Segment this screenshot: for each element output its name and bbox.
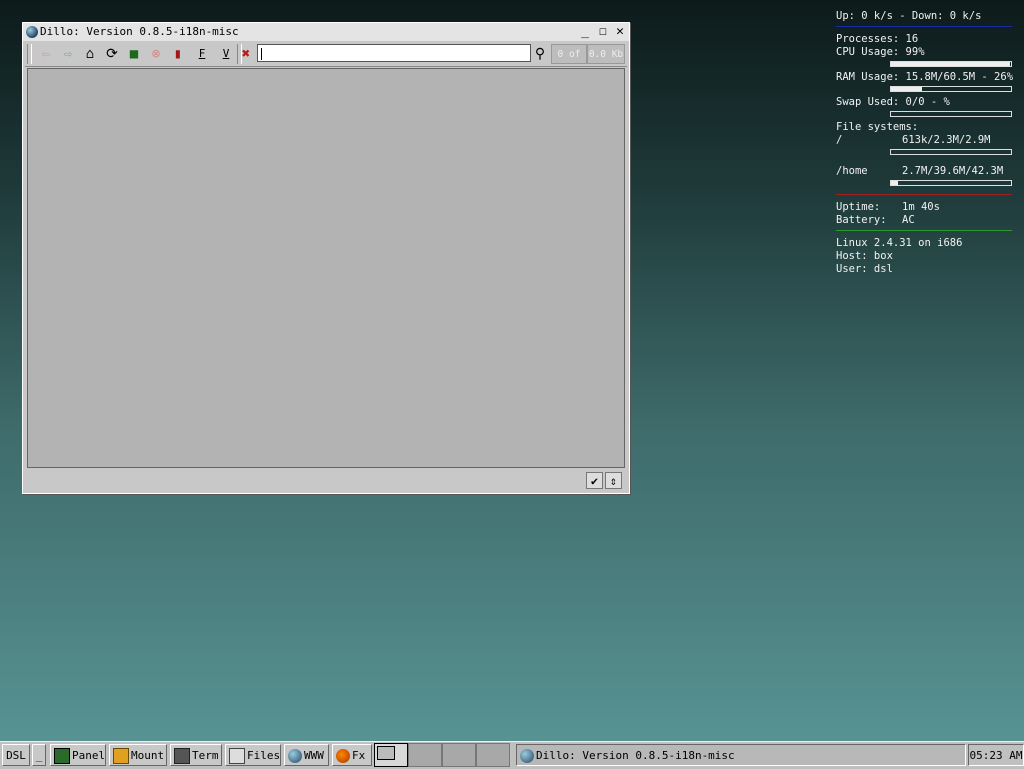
forward-arrow-icon[interactable]: ⇨ (59, 45, 77, 63)
pager-desktop-3[interactable] (442, 743, 476, 767)
view-menu-button[interactable]: V (217, 45, 235, 63)
network-speed: Up: 0 k/s - Down: 0 k/s (836, 10, 982, 22)
cpu-label: CPU Usage: (836, 46, 900, 58)
close-icon[interactable]: ✕ (613, 25, 627, 39)
task-dillo[interactable]: Dillo: Version 0.8.5-i18n-misc (516, 744, 966, 766)
fs-home-label: /home (836, 165, 868, 177)
divider-green (836, 230, 1012, 231)
swap-value: 0/0 - % (905, 96, 950, 108)
ram-value: 15.8M/60.5M - 26% (905, 71, 1014, 83)
launcher-term[interactable]: Term (170, 744, 222, 766)
pager-window-thumb (377, 746, 395, 760)
text-caret (261, 48, 262, 60)
divider-red (836, 194, 1012, 195)
cpu-value: 99% (905, 46, 925, 58)
start-label: DSL (6, 749, 26, 762)
pager-desktop-2[interactable] (408, 743, 442, 767)
magnifier-icon[interactable]: ⚲ (531, 45, 549, 63)
images-status: 0 of 0 (551, 44, 587, 80)
title-bar[interactable]: Dillo: Version 0.8.5-i18n-misc _ ☐ ✕ (23, 23, 629, 41)
battery-value: AC (902, 214, 915, 226)
clock[interactable]: 05:23 AM (968, 744, 1024, 766)
user-info: User: dsl (836, 263, 893, 275)
kernel-info: Linux 2.4.31 on i686 (836, 237, 963, 249)
ram-bar (890, 86, 1012, 92)
home-icon[interactable]: ⌂ (81, 45, 99, 63)
maximize-icon[interactable]: ☐ (596, 25, 610, 39)
system-monitor: Up: 0 k/s - Down: 0 k/s Processes: 16 CP… (836, 10, 1014, 276)
processes-value: 16 (905, 33, 919, 45)
start-button[interactable]: DSL (2, 744, 30, 766)
save-icon[interactable]: ■ (125, 45, 143, 63)
panel-icon (54, 748, 70, 764)
launcher-mount[interactable]: Mount (109, 744, 167, 766)
processes-label: Processes: (836, 33, 900, 45)
ram-label: RAM Usage: (836, 71, 900, 83)
terminal-icon (174, 748, 190, 764)
checkmark-icon[interactable]: ✔ (586, 472, 603, 489)
cpu-bar (890, 61, 1012, 67)
bytes-status: 0.0 Kb (587, 44, 625, 64)
bookmarks-icon[interactable]: ▮ (169, 45, 187, 63)
files-icon (229, 748, 245, 764)
globe-icon (288, 749, 302, 763)
pager-desktop-1[interactable] (374, 743, 408, 767)
pager-desktop-4[interactable] (476, 743, 510, 767)
toolbar: ⇦ ⇨ ⌂ ⟳ ■ ⊗ ▮ F V ✖ ⚲ 0 of 0 0.0 Kb (25, 42, 627, 80)
launcher-files[interactable]: Files (225, 744, 281, 766)
clear-url-icon[interactable]: ✖ (237, 45, 255, 63)
uptime-label: Uptime: (836, 201, 881, 213)
fs-root-bar (890, 149, 1012, 155)
back-arrow-icon[interactable]: ⇦ (37, 45, 55, 63)
dillo-globe-icon[interactable] (26, 26, 38, 38)
dillo-window: Dillo: Version 0.8.5-i18n-misc _ ☐ ✕ ⇦ ⇨… (22, 22, 630, 494)
swap-bar (890, 111, 1012, 117)
launcher-www[interactable]: WWW (284, 744, 329, 766)
stop-icon[interactable]: ⊗ (147, 45, 165, 63)
fs-root-label: / (836, 134, 843, 146)
fs-home-bar (890, 180, 1012, 186)
toolbar-grip (27, 44, 32, 64)
reload-icon[interactable]: ⟳ (103, 45, 121, 63)
status-bar: ✔ ⇕ (27, 471, 625, 491)
fs-root-value: 613k/2.3M/2.9M (902, 134, 991, 146)
firefox-icon (336, 749, 350, 763)
mount-icon (113, 748, 129, 764)
launcher-fx[interactable]: Fx (332, 744, 372, 766)
swap-label: Swap Used: (836, 96, 900, 108)
fullscreen-toggle-icon[interactable]: ⇕ (605, 472, 622, 489)
window-title: Dillo: Version 0.8.5-i18n-misc (40, 25, 239, 38)
uptime-value: 1m 40s (902, 201, 940, 213)
show-desktop-button[interactable]: _ (32, 744, 46, 766)
host-info: Host: box (836, 250, 893, 262)
page-content-area[interactable] (27, 68, 625, 468)
launcher-panel[interactable]: Panel (50, 744, 106, 766)
battery-label: Battery: (836, 214, 887, 226)
file-menu-button[interactable]: F (193, 45, 211, 63)
url-input[interactable] (257, 44, 531, 62)
fs-home-value: 2.7M/39.6M/42.3M (902, 165, 1004, 177)
divider-blue (836, 26, 1012, 27)
dillo-task-icon (520, 749, 534, 763)
show-desktop-label: _ (35, 749, 43, 762)
filesystems-header: File systems: (836, 121, 919, 133)
taskbar: DSL _ Panel Mount Term Files WWW Fx Dill… (0, 741, 1024, 769)
minimize-icon[interactable]: _ (578, 25, 592, 39)
